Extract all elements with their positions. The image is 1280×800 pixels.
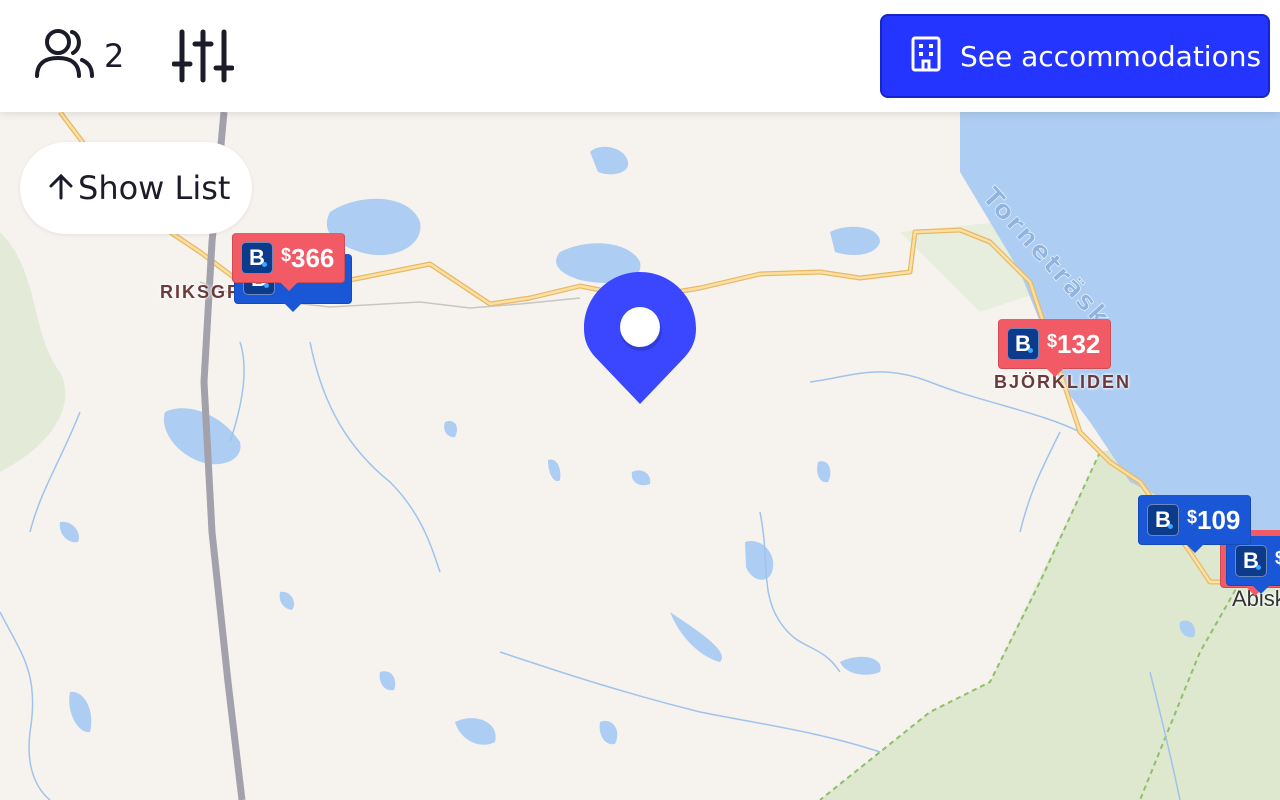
show-list-button[interactable]: Show List xyxy=(20,142,252,234)
arrow-up-icon xyxy=(48,172,74,205)
top-bar: 2 See accommodations xyxy=(0,0,1280,112)
map-view[interactable]: Torneträsk RIKSGR BJÖRKLIDEN Abisk Show … xyxy=(0,112,1280,800)
see-accommodations-button[interactable]: See accommodations xyxy=(880,14,1270,98)
price-label: $ xyxy=(1274,547,1280,568)
building-icon xyxy=(910,36,942,77)
price-marker[interactable]: B $132 xyxy=(998,319,1112,377)
booking-logo-icon: B xyxy=(1147,504,1179,536)
booking-logo-icon: B xyxy=(241,242,273,274)
price-marker[interactable]: B $109 xyxy=(1138,495,1252,553)
booking-logo-icon: B xyxy=(1007,328,1039,360)
filters-button[interactable] xyxy=(171,28,235,84)
booking-logo-icon: B xyxy=(1235,545,1267,577)
price-label: $109 xyxy=(1187,504,1241,535)
users-icon xyxy=(34,28,96,85)
price-label: $366 xyxy=(281,242,335,273)
price-label: $132 xyxy=(1047,328,1101,359)
sliders-icon xyxy=(171,29,235,88)
price-marker[interactable]: B $366 xyxy=(232,233,346,291)
guests-count: 2 xyxy=(104,37,125,75)
location-pin-icon[interactable] xyxy=(584,272,696,406)
show-list-label: Show List xyxy=(78,169,231,207)
place-label-riksgransen: RIKSGR xyxy=(160,282,243,302)
guests-button[interactable]: 2 xyxy=(34,28,125,85)
see-accommodations-label: See accommodations xyxy=(960,39,1262,73)
